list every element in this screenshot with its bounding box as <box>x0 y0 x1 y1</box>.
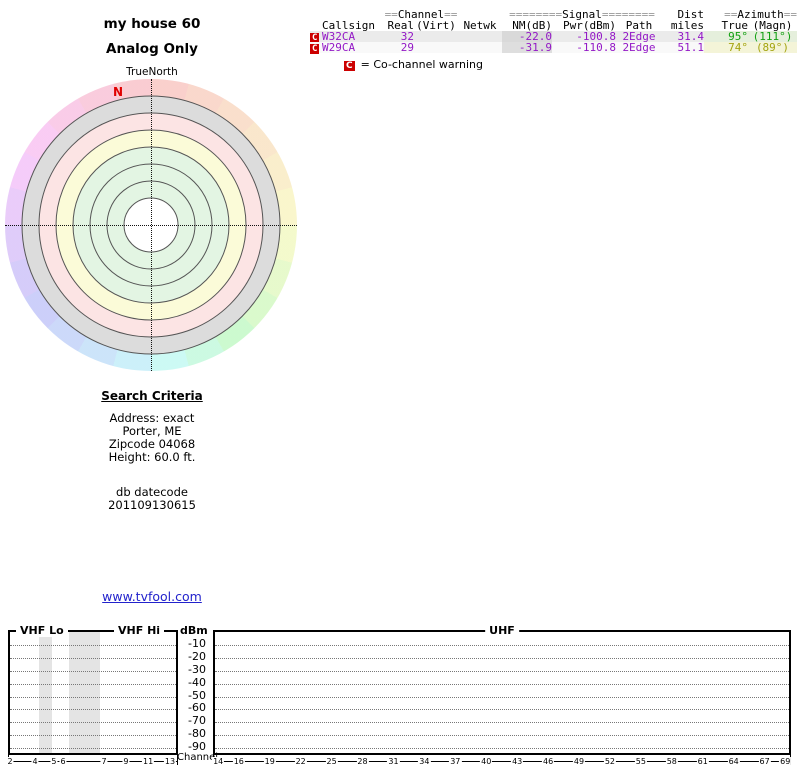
channel-tick-40: 40 <box>480 757 493 766</box>
channel-tick-58: 58 <box>665 757 678 766</box>
dbm-tick-label: -80 <box>188 727 206 741</box>
search-criteria-lines: Address: exact Porter, ME Zipcode 04068 Hei… <box>62 412 242 464</box>
station-row-0-badge: C <box>310 31 322 43</box>
gridline--80dbm <box>215 735 789 737</box>
magnetic-north-marker: N <box>113 85 124 99</box>
axis-tick <box>177 755 178 765</box>
station-row-1-true: 74° <box>704 42 748 53</box>
station-row-1-miles: 51.1 <box>662 42 704 53</box>
gridline--90dbm <box>10 748 176 749</box>
gridline--40dbm <box>215 683 789 685</box>
channel-tick-11: 11 <box>141 757 155 766</box>
station-row-1-badge: C <box>310 42 322 54</box>
channel-tick-6: 6 <box>59 757 67 766</box>
gridline--50dbm <box>215 696 789 698</box>
page-title: my house 60 <box>103 16 201 32</box>
station-row-1-magn: (89°) <box>748 42 797 53</box>
gridline--70dbm <box>215 722 789 724</box>
channel-tick-43: 43 <box>511 757 524 766</box>
gridline--20dbm <box>215 657 789 659</box>
channel-tick-2: 2 <box>6 757 14 766</box>
channel-tick-16: 16 <box>232 757 245 766</box>
channel-tick-5: 5 <box>50 757 58 766</box>
station-row-1-netwk <box>458 42 502 53</box>
uhf-label: UHF <box>485 624 519 637</box>
gridline--60dbm <box>215 709 789 711</box>
co-channel-warning-badge: C <box>344 61 355 71</box>
channel-tick-69: 69 <box>779 757 792 766</box>
channel-tick-14: 14 <box>212 757 225 766</box>
station-row-0-virt <box>414 31 458 42</box>
station-row-1-virt <box>414 42 458 53</box>
dbm-tick-label: -30 <box>188 662 206 676</box>
true-north-label: TrueNorth <box>126 66 178 78</box>
vhf-chart-panel: VHF Lo VHF Hi <box>8 624 178 755</box>
gridline--20dbm <box>10 657 176 659</box>
uhf-channel-axis: 14 16 19 22 25 28 31 34 37 40 43 46 49 52 55 58 61 64 67 69 <box>212 755 792 768</box>
co-channel-legend-text: = Co-channel warning <box>360 58 483 71</box>
channel-axis-title: Channel <box>177 752 219 763</box>
station-row-1-real: 29 <box>384 42 414 53</box>
station-row-1-nm: -31.9 <box>502 42 552 53</box>
dbm-axis-ticks: -10 -20 -30 -40 -50 -60 -70 -80 -90 <box>180 630 206 755</box>
channel-tick-61: 61 <box>696 757 709 766</box>
dbm-tick-label: -10 <box>188 637 206 650</box>
channel-tick-67: 67 <box>758 757 771 766</box>
dbm-tick-label: -50 <box>188 688 206 702</box>
station-table: ==Channel== ========Signal======== Dist … <box>310 9 797 54</box>
channel-tick-7: 7 <box>100 757 108 766</box>
uhf-chart-panel: UHF <box>213 624 791 755</box>
channel-tick-28: 28 <box>356 757 369 766</box>
channel-tick-13: 13 <box>163 757 177 766</box>
channel-tick-46: 46 <box>542 757 555 766</box>
table-spacer <box>310 20 322 31</box>
channel-tick-4: 4 <box>31 757 39 766</box>
channel-tick-37: 37 <box>449 757 462 766</box>
gridline--90dbm <box>215 748 789 749</box>
tvfool-link[interactable]: www.tvfool.com <box>102 589 202 604</box>
station-row-1-pwr: -110.8 <box>552 42 616 53</box>
channel-tick-64: 64 <box>727 757 740 766</box>
channel-tick-49: 49 <box>572 757 586 766</box>
vhf-hi-label: VHF Hi <box>114 624 165 637</box>
crosshair-horizontal <box>5 225 297 226</box>
channel-tick-52: 52 <box>603 757 617 766</box>
channel-tick-22: 22 <box>294 757 307 766</box>
channel-tick-19: 19 <box>263 757 276 766</box>
site-link-wrap: www.tvfool.com <box>62 589 242 604</box>
dbm-tick-label: -40 <box>188 675 206 689</box>
signal-compass-plot: N <box>5 79 297 371</box>
dbm-tick-label: -20 <box>188 649 206 663</box>
co-channel-legend: C = Co-channel warning <box>344 58 483 71</box>
search-criteria-title: Search Criteria <box>101 389 203 403</box>
station-row-0-netwk <box>458 31 502 42</box>
gridline--30dbm <box>10 670 176 672</box>
search-criteria-line: Height: 60.0 ft. <box>108 450 196 464</box>
gridline--80dbm <box>10 735 176 737</box>
channel-tick-25: 25 <box>325 757 338 766</box>
gridline--30dbm <box>215 670 789 672</box>
station-row-1-callsign: W29CA <box>322 42 384 53</box>
dbm-tick-label: -60 <box>188 701 206 715</box>
db-datecode-value: 201109130615 <box>108 498 196 512</box>
gridline--40dbm <box>10 683 176 685</box>
page-subtitle: Analog Only <box>106 41 198 57</box>
channel-tick-34: 34 <box>418 757 431 766</box>
gridline--10dbm <box>215 645 789 646</box>
co-channel-warning-badge: C <box>310 44 320 54</box>
gridline--10dbm <box>10 645 176 646</box>
channel-tick-55: 55 <box>634 757 647 766</box>
dbm-tick-label: -70 <box>188 714 206 728</box>
vhf-channel-axis: 2 4 5 6 7 9 11 13 <box>6 755 178 768</box>
vhf-lo-label: VHF Lo <box>16 624 68 637</box>
channel-tick-9: 9 <box>122 757 130 766</box>
gridline--50dbm <box>10 696 176 698</box>
gridline--70dbm <box>10 722 176 724</box>
station-row-1-path: 2Edge <box>616 42 662 53</box>
gridline--60dbm <box>10 709 176 711</box>
db-datecode: db datecode 201109130615 <box>62 486 242 512</box>
channel-tick-31: 31 <box>387 757 400 766</box>
